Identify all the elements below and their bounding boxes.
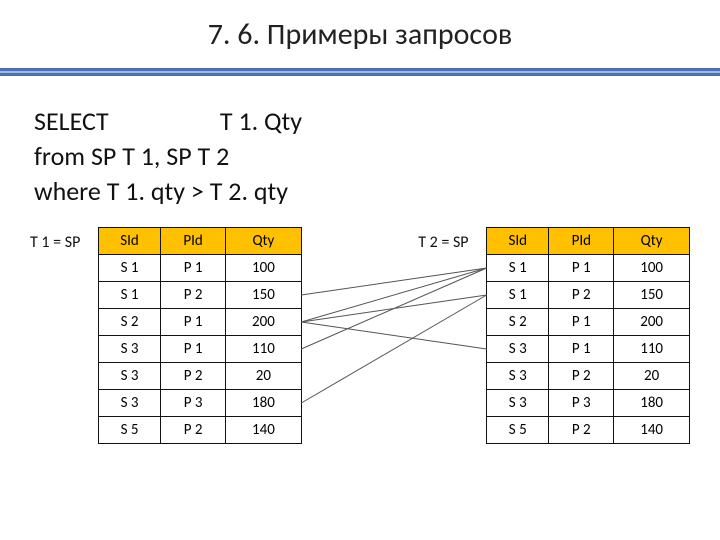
sql-line-3: where T 1. qty > T 2. qty bbox=[34, 174, 690, 209]
cell: 150 bbox=[614, 282, 690, 309]
cell: 20 bbox=[614, 363, 690, 390]
table-row: S 5P 2140 bbox=[487, 417, 690, 444]
table-row: S 3P 1110 bbox=[98, 336, 301, 363]
cell: 110 bbox=[226, 336, 302, 363]
table-row: S 2P 1200 bbox=[487, 309, 690, 336]
sql-line-1: SELECT T 1. Qty bbox=[34, 104, 690, 139]
title-underline bbox=[0, 68, 720, 76]
cell: P 2 bbox=[161, 282, 226, 309]
cell: 100 bbox=[226, 255, 302, 282]
cell: P 2 bbox=[161, 417, 226, 444]
table-row: S 3P 1110 bbox=[487, 336, 690, 363]
sql-col: T 1. Qty bbox=[220, 105, 302, 137]
cell: 180 bbox=[226, 390, 302, 417]
cell: S 2 bbox=[487, 309, 549, 336]
table-row: S 1P 2150 bbox=[98, 282, 301, 309]
cell: S 1 bbox=[98, 255, 160, 282]
col-header: SId bbox=[98, 228, 160, 255]
cell: P 1 bbox=[549, 255, 614, 282]
cell: 140 bbox=[614, 417, 690, 444]
col-header: Qty bbox=[614, 228, 690, 255]
cell: P 2 bbox=[549, 282, 614, 309]
table-row: S 1P 1100 bbox=[487, 255, 690, 282]
cell: S 2 bbox=[98, 309, 160, 336]
t2-label: T 2 = SP bbox=[418, 227, 486, 252]
cell: S 3 bbox=[487, 363, 549, 390]
cell: 110 bbox=[614, 336, 690, 363]
table-row: S 3P 220 bbox=[487, 363, 690, 390]
cell: S 3 bbox=[98, 390, 160, 417]
sql-block: SELECT T 1. Qty from SP T 1, SP T 2 wher… bbox=[34, 104, 690, 209]
cell: P 1 bbox=[549, 309, 614, 336]
col-header: PId bbox=[161, 228, 226, 255]
cell: S 5 bbox=[98, 417, 160, 444]
t1-label: T 1 = SP bbox=[30, 227, 98, 252]
cell: 180 bbox=[614, 390, 690, 417]
tables-row: T 1 = SP SIdPIdQtyS 1P 1100S 1P 2150S 2P… bbox=[30, 227, 690, 444]
cell: S 1 bbox=[487, 282, 549, 309]
cell: P 3 bbox=[549, 390, 614, 417]
cell: 150 bbox=[226, 282, 302, 309]
cell: 140 bbox=[226, 417, 302, 444]
cell: S 3 bbox=[487, 390, 549, 417]
cell: 100 bbox=[614, 255, 690, 282]
cell: 20 bbox=[226, 363, 302, 390]
table-row: S 5P 2140 bbox=[98, 417, 301, 444]
table-row: S 3P 3180 bbox=[98, 390, 301, 417]
sql-line-2: from SP T 1, SP T 2 bbox=[34, 139, 690, 174]
slide-title: 7. 6. Примеры запросов bbox=[0, 0, 720, 68]
cell: P 2 bbox=[161, 363, 226, 390]
cell: S 3 bbox=[98, 336, 160, 363]
cell: P 1 bbox=[161, 336, 226, 363]
table-row: S 3P 220 bbox=[98, 363, 301, 390]
cell: P 3 bbox=[161, 390, 226, 417]
col-header: SId bbox=[487, 228, 549, 255]
cell: S 1 bbox=[98, 282, 160, 309]
table-t1: SIdPIdQtyS 1P 1100S 1P 2150S 2P 1200S 3P… bbox=[98, 227, 302, 444]
sql-select: SELECT bbox=[34, 104, 214, 139]
table-row: S 2P 1200 bbox=[98, 309, 301, 336]
cell: 200 bbox=[226, 309, 302, 336]
cell: P 2 bbox=[549, 363, 614, 390]
cell: P 1 bbox=[549, 336, 614, 363]
col-header: PId bbox=[549, 228, 614, 255]
cell: S 1 bbox=[487, 255, 549, 282]
cell: S 3 bbox=[98, 363, 160, 390]
table-row: S 3P 3180 bbox=[487, 390, 690, 417]
title-text: 7. 6. Примеры запросов bbox=[208, 16, 513, 53]
table-t2: SIdPIdQtyS 1P 1100S 1P 2150S 2P 1200S 3P… bbox=[486, 227, 690, 444]
cell: P 1 bbox=[161, 255, 226, 282]
cell: P 1 bbox=[161, 309, 226, 336]
table-row: S 1P 2150 bbox=[487, 282, 690, 309]
cell: S 5 bbox=[487, 417, 549, 444]
cell: S 3 bbox=[487, 336, 549, 363]
table-row: S 1P 1100 bbox=[98, 255, 301, 282]
col-header: Qty bbox=[226, 228, 302, 255]
cell: 200 bbox=[614, 309, 690, 336]
cell: P 2 bbox=[549, 417, 614, 444]
